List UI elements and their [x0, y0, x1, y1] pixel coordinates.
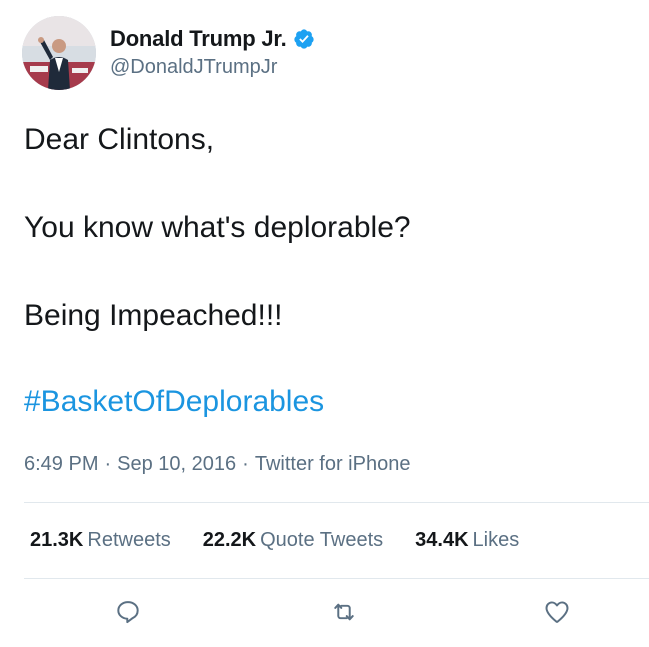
tweet-meta: 6:49 PM · Sep 10, 2016 · Twitter for iPh… [24, 453, 410, 476]
avatar[interactable] [22, 16, 96, 90]
divider [24, 578, 649, 579]
likes-count: 34.4K [415, 529, 469, 551]
likes-stat[interactable]: 34.4K Likes [415, 529, 519, 552]
tweet-date[interactable]: Sep 10, 2016 [117, 453, 236, 476]
author-names: Donald Trump Jr. @DonaldJTrumpJr [110, 26, 315, 79]
likes-label: Likes [472, 529, 520, 551]
tweet-card: Donald Trump Jr. @DonaldJTrumpJr Dear Cl… [0, 0, 649, 647]
retweets-count: 21.3K [30, 529, 84, 551]
tweet-line: Dear Clintons, [24, 123, 215, 156]
like-button[interactable] [540, 597, 574, 631]
engagement-stats: 21.3K Retweets 22.2K Quote Tweets 34.4K Lik… [30, 529, 519, 552]
retweets-label: Retweets [87, 529, 171, 551]
display-name[interactable]: Donald Trump Jr. [110, 26, 287, 52]
tweet-body: Dear Clintons, You know what's deplorabl… [24, 118, 624, 382]
avatar-image [22, 16, 96, 90]
meta-separator: · [242, 453, 249, 475]
tweet-line: You know what's deplorable? [24, 211, 411, 244]
author-handle[interactable]: @DonaldJTrumpJr [110, 56, 315, 79]
tweet-source[interactable]: Twitter for iPhone [255, 453, 411, 476]
tweet-time[interactable]: 6:49 PM [24, 453, 98, 476]
heart-icon [543, 598, 571, 631]
tweet-line: Being Impeached!!! [24, 299, 283, 332]
verified-badge-icon [293, 28, 315, 50]
meta-separator: · [104, 453, 112, 475]
tweet-header: Donald Trump Jr. @DonaldJTrumpJr [22, 16, 315, 90]
reply-button[interactable] [111, 597, 145, 631]
display-name-row: Donald Trump Jr. [110, 26, 315, 52]
retweets-stat[interactable]: 21.3K Retweets [30, 529, 171, 552]
quote-tweets-label: Quote Tweets [260, 529, 384, 551]
hashtag-link[interactable]: #BasketOfDeplorables [24, 380, 324, 424]
divider [24, 502, 649, 503]
action-bar [0, 597, 649, 631]
quote-tweets-count: 22.2K [202, 529, 257, 551]
quote-tweets-stat[interactable]: 22.2K Quote Tweets [203, 529, 383, 552]
reply-icon [114, 598, 142, 631]
retweet-button[interactable] [327, 597, 361, 631]
retweet-icon [329, 598, 359, 631]
